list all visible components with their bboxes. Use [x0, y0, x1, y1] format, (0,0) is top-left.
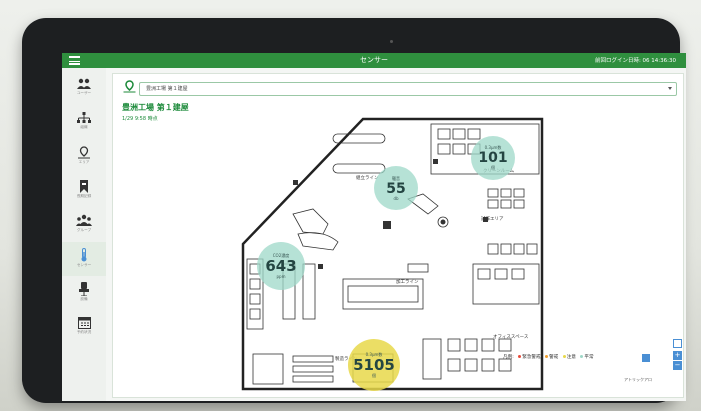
sidebar-item-equipment[interactable]: 設備 [62, 276, 106, 310]
building-title: 豊洲工場 第１建屋 [122, 103, 189, 112]
bookmark-icon [80, 180, 88, 193]
sidebar-item-label: 長期記録 [76, 194, 92, 198]
sidebar-item-label: エリア [78, 160, 90, 164]
main-panel: 豊洲工場 第１建屋 豊洲工場 第１建屋 1/29 9:58 時点 組立ライン 試… [112, 73, 684, 398]
sensor-bubble-noise[interactable]: 騒音 55 db [374, 166, 418, 210]
legend-toggle-button[interactable] [642, 354, 650, 362]
thermometer-icon [81, 248, 87, 262]
legend: 凡例: 緊急警戒 警戒 注意 平常 [503, 354, 594, 360]
seat-icon [79, 282, 89, 296]
top-bar: センサー 前回ログイン日時: 06 14:36:30 [62, 53, 686, 68]
sidebar-item-reservations[interactable]: 予約状況 [62, 310, 106, 344]
sensor-unit: 個 [491, 165, 495, 170]
camera-dot [390, 40, 393, 43]
legend-prefix: 凡例: [503, 355, 514, 360]
credit-badge: アトリックアロ [622, 376, 654, 384]
sidebar-item-label: 予約状況 [76, 330, 92, 334]
calendar-icon [77, 317, 91, 329]
sidebar-item-users[interactable]: ユーザー [62, 72, 106, 106]
tablet-frame: センサー 前回ログイン日時: 06 14:36:30 ユーザー 組織 エリア 長… [22, 18, 686, 403]
sidebar-item-area[interactable]: エリア [62, 140, 106, 174]
zone-label-processing: 加工ライン [396, 280, 419, 285]
sensor-bubble-particles-alert[interactable]: 0.3μm数 5105 個 [348, 339, 400, 391]
org-chart-icon [77, 112, 91, 123]
sensor-unit: 個 [372, 372, 376, 378]
sensor-value: 101 [478, 150, 508, 166]
legend-dot [518, 355, 522, 358]
sidebar-item-label: 組織 [80, 125, 88, 129]
sidebar-item-label: センサー [76, 263, 92, 267]
sensor-value: 55 [386, 180, 406, 197]
sidebar-item-label: ユーザー [76, 91, 92, 95]
legend-dot [580, 355, 584, 358]
group-icon [76, 214, 92, 226]
sensor-unit: db [393, 195, 399, 201]
sensor-unit: ppm [276, 274, 286, 279]
legend-dot [562, 355, 566, 358]
location-select[interactable]: 豊洲工場 第１建屋 [139, 82, 677, 96]
sensor-value: 643 [265, 257, 297, 275]
users-icon [77, 78, 91, 89]
sidebar-item-org[interactable]: 組織 [62, 106, 106, 140]
location-pin-icon [123, 80, 136, 93]
location-select-value: 豊洲工場 第１建屋 [146, 86, 188, 92]
updated-time: 1/29 9:58 時点 [122, 116, 158, 122]
sensor-bubble-particles[interactable]: 0.3μm数 101 個 [471, 136, 515, 180]
hamburger-menu-icon[interactable] [69, 56, 80, 65]
legend-dot [545, 355, 549, 358]
chevron-down-icon [668, 87, 672, 90]
sensor-value: 5105 [353, 355, 395, 374]
fullscreen-button[interactable] [673, 339, 682, 348]
zone-label-test-area: 試作エリア [481, 217, 504, 222]
equipment [437, 128, 451, 140]
sidebar-item-records[interactable]: 長期記録 [62, 174, 106, 208]
zoom-out-button[interactable]: − [673, 361, 682, 370]
sidebar: ユーザー 組織 エリア 長期記録 グループ センサー 設備 予約状況 [62, 68, 106, 401]
sidebar-item-groups[interactable]: グループ [62, 208, 106, 242]
page-title: センサー [360, 56, 388, 64]
last-login-text: 前回ログイン日時: 06 14:36:30 [594, 58, 676, 64]
legend-item: 注意 [566, 355, 576, 360]
sensor-bubble-co2[interactable]: CO2濃度 643 ppm [257, 242, 305, 290]
map-pin-icon [78, 146, 90, 159]
zoom-in-button[interactable]: + [673, 351, 682, 360]
sidebar-item-label: 設備 [80, 297, 88, 301]
app-screen: センサー 前回ログイン日時: 06 14:36:30 ユーザー 組織 エリア 長… [62, 53, 686, 401]
legend-item: 緊急警戒 [522, 355, 541, 360]
legend-item: 警戒 [549, 355, 559, 360]
sidebar-item-sensor[interactable]: センサー [62, 242, 106, 276]
sidebar-item-label: グループ [76, 228, 92, 232]
zone-label-office: オフィススペース [493, 335, 529, 340]
legend-item: 平常 [584, 355, 594, 360]
